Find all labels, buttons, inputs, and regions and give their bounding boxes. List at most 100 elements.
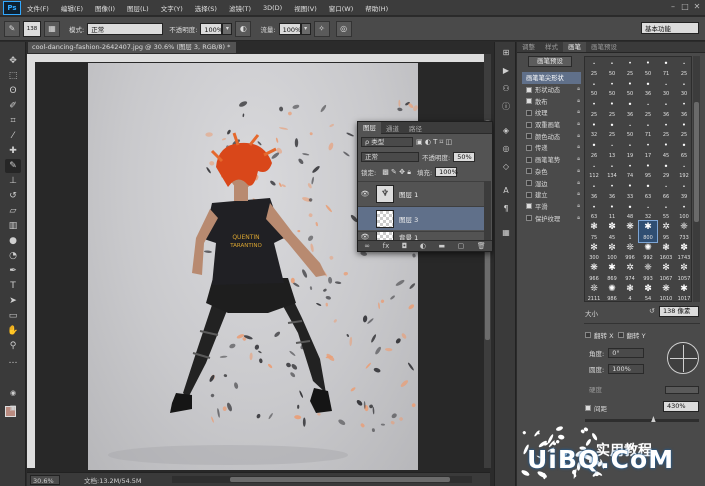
- tab-styles[interactable]: 样式: [540, 42, 563, 52]
- brush-tip[interactable]: • 65: [675, 139, 693, 160]
- brush-tip[interactable]: • 55: [657, 201, 675, 222]
- gradient-tool-icon[interactable]: ▥: [5, 219, 21, 233]
- option-checkbox[interactable]: [526, 180, 532, 187]
- brush-tip[interactable]: • 25: [585, 57, 603, 78]
- tab-channels[interactable]: 通道: [381, 123, 404, 133]
- brush-tip[interactable]: • 63: [585, 201, 603, 222]
- paths-panel-icon[interactable]: ◇: [499, 160, 513, 173]
- pressure-size-icon[interactable]: ◎: [335, 20, 352, 37]
- navigator-panel-icon[interactable]: ⚇: [499, 82, 513, 95]
- eraser-tool-icon[interactable]: ▱: [5, 204, 21, 218]
- brush-tip[interactable]: • 25: [639, 98, 657, 119]
- trash-icon[interactable]: 🗑︎: [477, 242, 486, 250]
- brush-tip[interactable]: • 30: [675, 78, 693, 99]
- layer-filter-select[interactable]: ρ 类型: [361, 137, 413, 147]
- lock-icon[interactable]: 🔒︎: [577, 168, 580, 175]
- brush-tip[interactable]: ❊ 996: [621, 242, 639, 263]
- flip-y-checkbox[interactable]: [617, 332, 624, 338]
- lock-icon[interactable]: 🔒︎: [577, 133, 580, 140]
- more-tools-icon[interactable]: …: [5, 354, 21, 368]
- brush-tip[interactable]: • 134: [603, 160, 621, 181]
- hand-tool-icon[interactable]: ✋: [5, 324, 21, 338]
- size-slider[interactable]: [584, 323, 700, 324]
- lock-icon[interactable]: 🔒︎: [577, 215, 580, 222]
- brush-tip[interactable]: ✱ 800: [638, 220, 658, 243]
- eyedropper-tool-icon[interactable]: ⁄: [5, 129, 21, 143]
- new-layer-icon[interactable]: ▢: [458, 242, 465, 250]
- channels-panel-icon[interactable]: ◎: [499, 142, 513, 155]
- flow-field[interactable]: 100%: [278, 22, 301, 35]
- option-checkbox[interactable]: [526, 144, 532, 151]
- spacing-checkbox[interactable]: [585, 405, 591, 411]
- menu-layer[interactable]: 图层(L): [121, 3, 155, 13]
- option-checkbox[interactable]: [526, 86, 532, 93]
- lock-icon[interactable]: 🔒︎: [577, 86, 580, 93]
- brush-tool-icon[interactable]: ✎: [5, 159, 21, 173]
- layer-row-1[interactable]: 👁︎ ♆ 图层 1: [358, 181, 484, 205]
- angle-roundness-dial[interactable]: [667, 342, 699, 374]
- menu-image[interactable]: 图像(I): [89, 3, 121, 13]
- option-checkbox[interactable]: [526, 203, 532, 210]
- brush-panel-toggle-icon[interactable]: ▦: [44, 20, 60, 37]
- lock-icon[interactable]: 🔒︎: [577, 191, 580, 198]
- folder-icon[interactable]: ▬: [439, 242, 446, 250]
- opacity-field[interactable]: 100%: [200, 22, 223, 35]
- option-checkbox[interactable]: [526, 98, 532, 105]
- brush-tip[interactable]: • 50: [603, 78, 621, 99]
- actions-panel-icon[interactable]: ▶: [499, 64, 513, 77]
- menu-view[interactable]: 视图(V): [288, 3, 323, 13]
- size-field[interactable]: 138 像素: [659, 306, 699, 317]
- brush-tip[interactable]: • 25: [657, 119, 675, 140]
- brush-tip[interactable]: ❈ 993: [639, 262, 657, 283]
- angle-field[interactable]: 0°: [608, 348, 645, 358]
- horizontal-scroll-thumb[interactable]: [230, 477, 450, 482]
- brush-tip[interactable]: ✽ 45: [603, 221, 621, 242]
- brush-tip[interactable]: ✱ 1017: [675, 283, 693, 304]
- menu-edit[interactable]: 编辑(E): [55, 3, 89, 13]
- brush-tip[interactable]: • 100: [675, 201, 693, 222]
- brush-tool-icon[interactable]: ✎: [4, 20, 20, 37]
- healing-tool-icon[interactable]: ✚: [5, 144, 21, 158]
- history-brush-tool-icon[interactable]: ↺: [5, 189, 21, 203]
- option-texture[interactable]: 纹理 🔒︎: [522, 107, 581, 119]
- brush-tip[interactable]: • 32: [585, 119, 603, 140]
- menu-file[interactable]: 文件(F): [21, 3, 55, 13]
- lock-icon[interactable]: 🔒︎: [577, 98, 580, 105]
- brush-tip[interactable]: ✽ 54: [639, 283, 657, 304]
- brush-size-preview[interactable]: 138: [23, 20, 41, 37]
- filter-icons[interactable]: ▣ ◐ T ⌑ ◫: [416, 138, 452, 146]
- document-tab[interactable]: cool-dancing-fashion-2642407.jpg @ 30.6%…: [28, 42, 236, 53]
- brush-tip[interactable]: • 25: [603, 119, 621, 140]
- brush-presets-button[interactable]: 画笔预设: [528, 56, 572, 67]
- type-tool-icon[interactable]: T: [5, 279, 21, 293]
- brush-tip[interactable]: • 30: [657, 78, 675, 99]
- brush-tip[interactable]: ❋ 1010: [657, 283, 675, 304]
- brush-tip[interactable]: • 19: [621, 139, 639, 160]
- fill-field[interactable]: 100%: [435, 167, 458, 177]
- option-checkbox[interactable]: [526, 191, 532, 198]
- move-tool-icon[interactable]: ✥: [5, 54, 21, 68]
- minimize-icon[interactable]: –: [668, 2, 678, 12]
- option-dual-brush[interactable]: 双重画笔 🔒︎: [522, 119, 581, 131]
- lock-icon[interactable]: 🔒︎: [577, 109, 580, 116]
- info-panel-icon[interactable]: ⓘ: [499, 100, 513, 113]
- brush-tip[interactable]: • 71: [639, 119, 657, 140]
- option-build-up[interactable]: 建立 🔒︎: [522, 189, 581, 201]
- flow-dropdown-icon[interactable]: ▾: [300, 22, 311, 35]
- quick-mask-icon[interactable]: ◉: [5, 386, 21, 400]
- layer-opacity-field[interactable]: 50%: [453, 152, 476, 162]
- brush-tip[interactable]: • 26: [585, 139, 603, 160]
- brush-tip[interactable]: ❋ 966: [585, 262, 603, 283]
- brush-tip[interactable]: • 17: [639, 139, 657, 160]
- lock-icon[interactable]: 🔒︎: [577, 121, 580, 128]
- marquee-tool-icon[interactable]: ⬚: [5, 69, 21, 83]
- workspace-select[interactable]: 基本功能: [641, 22, 699, 34]
- brush-tip[interactable]: ❋ 1: [621, 221, 639, 242]
- brush-tip[interactable]: ✽ 1743: [675, 242, 693, 263]
- brush-tip[interactable]: • 13: [603, 139, 621, 160]
- brush-tip[interactable]: • 29: [657, 160, 675, 181]
- brush-tip[interactable]: ❊ 2111: [585, 283, 603, 304]
- brush-tip[interactable]: • 36: [639, 78, 657, 99]
- brush-tip[interactable]: • 50: [585, 78, 603, 99]
- brush-grid-scroll-thumb[interactable]: [694, 102, 699, 222]
